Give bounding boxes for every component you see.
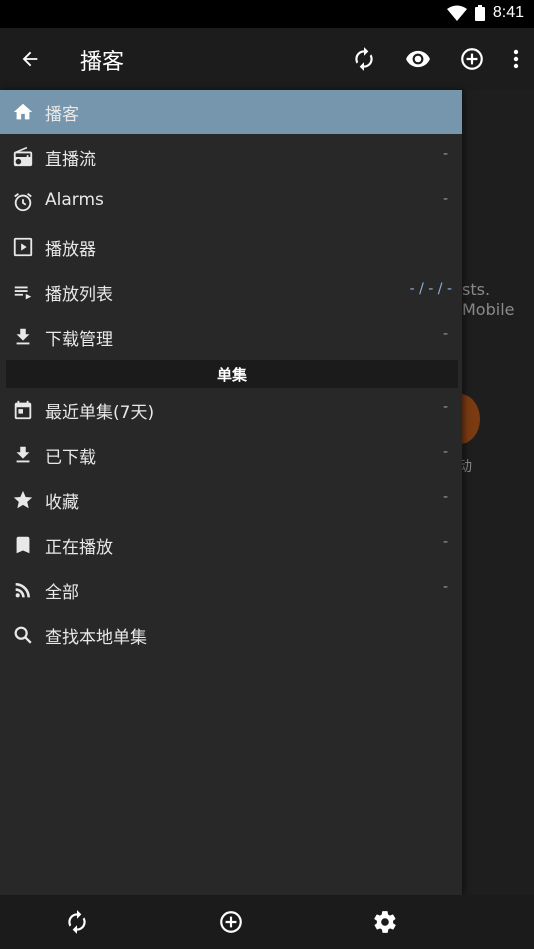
app-bar: 播客 (0, 28, 534, 90)
nav-item-count: - (442, 444, 448, 460)
wifi-icon (446, 5, 467, 21)
bottom-bar (0, 895, 534, 949)
bottom-settings-button[interactable] (371, 908, 399, 936)
nav-item-alarms[interactable]: Alarms - (0, 180, 462, 224)
page-title: 播客 (80, 50, 125, 75)
status-bar-right: 8:41 (446, 4, 524, 22)
bottom-refresh-button[interactable] (63, 908, 91, 936)
status-bar: 8:41 (0, 0, 534, 28)
refresh-icon (351, 46, 377, 72)
nav-item-label: 收藏 (45, 493, 79, 513)
nav-item-player[interactable]: 播放器 (0, 225, 462, 269)
nav-item-playlist[interactable]: 播放列表 - / - / - (0, 270, 462, 314)
nav-item-count: - (442, 489, 448, 505)
status-time: 8:41 (492, 4, 524, 21)
nav-item-label: 查找本地单集 (45, 628, 147, 648)
nav-item-count: - (442, 191, 448, 207)
bookmark-icon (11, 533, 35, 557)
nav-item-label: 全部 (45, 583, 79, 603)
navigation-drawer: 播客 直播流 - Alarms - 播放器 播放列表 - / - / - 下载管… (0, 90, 462, 895)
background-text-2: Mobile (462, 300, 515, 319)
nav-item-downloaded[interactable]: 已下载 - (0, 433, 462, 477)
eye-icon (405, 46, 431, 72)
radio-icon (11, 145, 35, 169)
nav-item-label: 播放器 (45, 240, 96, 260)
alarm-clock-icon (11, 190, 35, 214)
nav-item-count: - (442, 579, 448, 595)
nav-item-label: 播放列表 (45, 285, 113, 305)
refresh-icon (64, 909, 90, 935)
download-icon (11, 325, 35, 349)
view-toggle-button[interactable] (398, 41, 438, 77)
gear-icon (372, 909, 398, 935)
nav-item-count: - / - / - (409, 281, 452, 297)
calendar-icon (11, 398, 35, 422)
nav-item-label: 已下载 (45, 448, 96, 468)
nav-item-recent-episodes[interactable]: 最近单集(7天) - (0, 388, 462, 432)
battery-icon (474, 5, 485, 21)
nav-item-download-manager[interactable]: 下载管理 - (0, 315, 462, 359)
section-header-episodes: 单集 (6, 360, 458, 388)
search-icon (11, 623, 35, 647)
nav-item-count: - (442, 146, 448, 162)
section-header-label: 单集 (216, 366, 247, 384)
star-icon (11, 488, 35, 512)
add-button[interactable] (452, 41, 492, 77)
refresh-button[interactable] (344, 41, 384, 77)
nav-item-label: 最近单集(7天) (45, 403, 155, 423)
background-text-1: sts. (462, 280, 491, 299)
back-button[interactable] (14, 43, 46, 75)
nav-item-live-streams[interactable]: 直播流 - (0, 135, 462, 179)
add-circle-icon (459, 46, 485, 72)
nav-item-now-playing[interactable]: 正在播放 - (0, 523, 462, 567)
nav-item-count: - (442, 534, 448, 550)
bottom-add-button[interactable] (217, 908, 245, 936)
nav-item-label: Alarms (45, 190, 104, 210)
add-circle-icon (218, 909, 244, 935)
more-vert-icon (513, 49, 519, 69)
nav-item-all[interactable]: 全部 - (0, 568, 462, 612)
nav-item-label: 播客 (45, 105, 79, 125)
more-menu-button[interactable] (506, 41, 526, 77)
nav-item-label: 正在播放 (45, 538, 113, 558)
arrow-left-icon (19, 48, 41, 70)
nav-item-search-local-episodes[interactable]: 查找本地单集 (0, 613, 462, 657)
download-icon (11, 443, 35, 467)
nav-item-label: 直播流 (45, 150, 96, 170)
rss-icon (11, 578, 35, 602)
home-icon (11, 100, 35, 124)
nav-item-podcasts[interactable]: 播客 (0, 90, 462, 134)
nav-item-favorites[interactable]: 收藏 - (0, 478, 462, 522)
nav-item-count: - (442, 326, 448, 342)
play-box-icon (11, 235, 35, 259)
nav-item-count: - (442, 399, 448, 415)
playlist-icon (11, 280, 35, 304)
background-content: sts. Mobile (462, 90, 534, 895)
nav-item-label: 下载管理 (45, 330, 113, 350)
app-bar-actions (344, 41, 526, 77)
